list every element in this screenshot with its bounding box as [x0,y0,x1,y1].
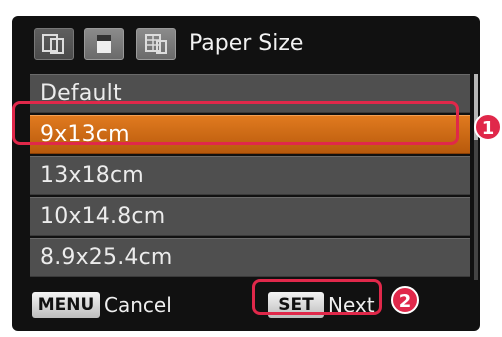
layout-tab-icon[interactable] [34,28,74,60]
callout-frame-selected-row [12,101,459,145]
list-item-label: 8.9x25.4cm [40,245,173,270]
grid-tab-icon[interactable] [136,28,176,60]
menu-button[interactable]: MENU [32,292,100,318]
page-tab-icon[interactable] [84,28,124,60]
callout-badge-1: 1 [474,113,502,141]
list-item-label: 13x18cm [40,163,144,188]
camera-screen: Paper Size Default 9x13cm 13x18cm 10x14.… [12,16,480,331]
list-item[interactable]: 10x14.8cm [30,197,470,236]
callout-badge-2: 2 [391,286,419,314]
list-item-label: 10x14.8cm [40,204,166,229]
list-item[interactable]: 13x18cm [30,156,470,195]
cancel-label: Cancel [104,293,172,317]
page-title: Paper Size [189,31,304,56]
callout-frame-set-button [252,279,382,315]
list-item[interactable]: 8.9x25.4cm [30,238,470,277]
header: Paper Size [12,16,480,72]
